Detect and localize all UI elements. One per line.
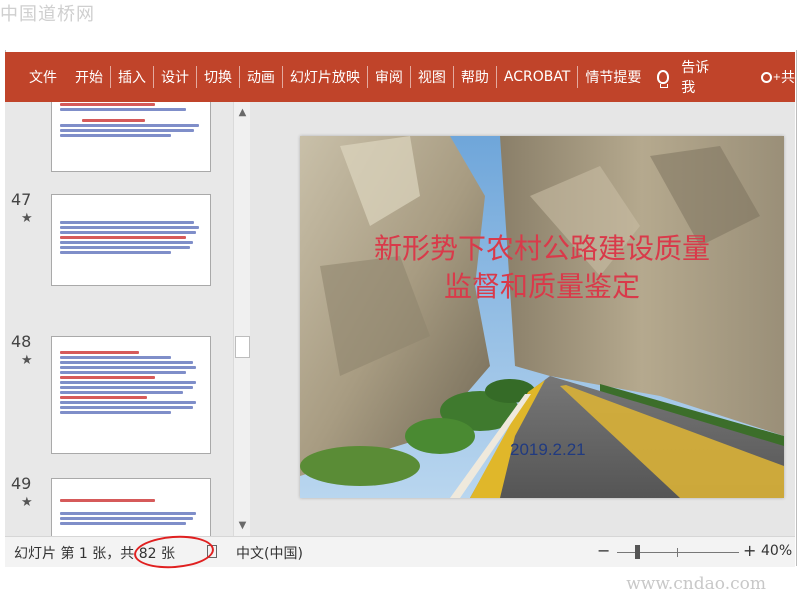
- ribbon: 文件 开始 插入 设计 切换 动画 幻灯片放映 审阅 视图 帮助 ACROBAT…: [5, 52, 795, 102]
- star-icon: ★: [21, 495, 33, 510]
- tab-separator: [238, 66, 240, 88]
- tab-separator: [409, 66, 411, 88]
- slide-number: 47: [11, 190, 32, 209]
- slide-thumbnail[interactable]: [51, 478, 211, 536]
- tab-home[interactable]: 开始: [71, 52, 107, 102]
- zoom-slider-thumb[interactable]: [635, 545, 640, 559]
- slides-scrollbar[interactable]: ▲ ▼: [233, 102, 251, 536]
- star-icon: ★: [21, 353, 33, 368]
- slide-thumbnail[interactable]: [51, 194, 211, 286]
- lightbulb-icon: [657, 70, 670, 88]
- tell-me-label: 告诉我: [681, 60, 710, 96]
- slide-thumbnail[interactable]: [51, 336, 211, 454]
- tab-separator: [366, 66, 368, 88]
- tab-insert[interactable]: 插入: [114, 52, 150, 102]
- zoom-in-button[interactable]: +: [743, 541, 756, 560]
- tab-acrobat[interactable]: ACROBAT: [500, 52, 575, 102]
- person-icon: [760, 71, 772, 83]
- tab-separator: [495, 66, 497, 88]
- tab-separator: [452, 66, 454, 88]
- tab-file[interactable]: 文件: [25, 52, 61, 102]
- language-indicator[interactable]: 中文(中国): [236, 543, 303, 563]
- tab-storyboard[interactable]: 情节提要: [581, 52, 645, 102]
- tab-view[interactable]: 视图: [414, 52, 450, 102]
- zoom-out-button[interactable]: −: [597, 541, 610, 560]
- watermark-bottom: www.cndao.com: [626, 574, 766, 594]
- tab-separator: [281, 66, 283, 88]
- share-button[interactable]: + 共: [760, 67, 795, 87]
- slide-thumbnail[interactable]: [51, 102, 211, 172]
- slide-date[interactable]: 2019.2.21: [510, 440, 586, 460]
- tab-review[interactable]: 审阅: [371, 52, 407, 102]
- tab-transitions[interactable]: 切换: [200, 52, 236, 102]
- slide-title-line: 监督和质量鉴定: [443, 270, 640, 303]
- slides-panel: 47 ★ 48 ★ 49 ★: [5, 102, 233, 536]
- slide-canvas[interactable]: 新形势下农村公路建设质量 监督和质量鉴定 2019.2.21: [300, 136, 784, 498]
- status-bar: 幻灯片 第 1 张，共 82 张 中文(中国) − + 40%: [5, 536, 795, 567]
- star-icon: ★: [21, 211, 33, 226]
- zoom-level[interactable]: 40%: [761, 543, 792, 559]
- slide-title-line: 新形势下农村公路建设质量: [373, 232, 710, 265]
- zoom-slider-midmark: [677, 548, 678, 557]
- scroll-down-icon[interactable]: ▼: [234, 517, 251, 534]
- slide-title[interactable]: 新形势下农村公路建设质量 监督和质量鉴定: [300, 230, 784, 306]
- add-icon: +: [772, 71, 781, 83]
- watermark-top: 中国道桥网: [0, 4, 95, 25]
- slide-number: 49: [11, 474, 32, 493]
- tab-slideshow[interactable]: 幻灯片放映: [286, 52, 364, 102]
- scroll-thumb[interactable]: [235, 336, 250, 358]
- scroll-up-icon[interactable]: ▲: [234, 104, 251, 121]
- slide-number: 48: [11, 332, 32, 351]
- tell-me-box[interactable]: 告诉我: [657, 57, 722, 97]
- tab-animations[interactable]: 动画: [243, 52, 279, 102]
- share-label: 共: [780, 70, 795, 86]
- tab-design[interactable]: 设计: [157, 52, 193, 102]
- tab-separator: [195, 66, 197, 88]
- tab-separator: [110, 66, 111, 88]
- slide-editor: 新形势下农村公路建设质量 监督和质量鉴定 2019.2.21: [250, 102, 795, 536]
- tab-separator: [152, 66, 154, 88]
- tab-separator: [577, 66, 579, 88]
- tab-help[interactable]: 帮助: [457, 52, 493, 102]
